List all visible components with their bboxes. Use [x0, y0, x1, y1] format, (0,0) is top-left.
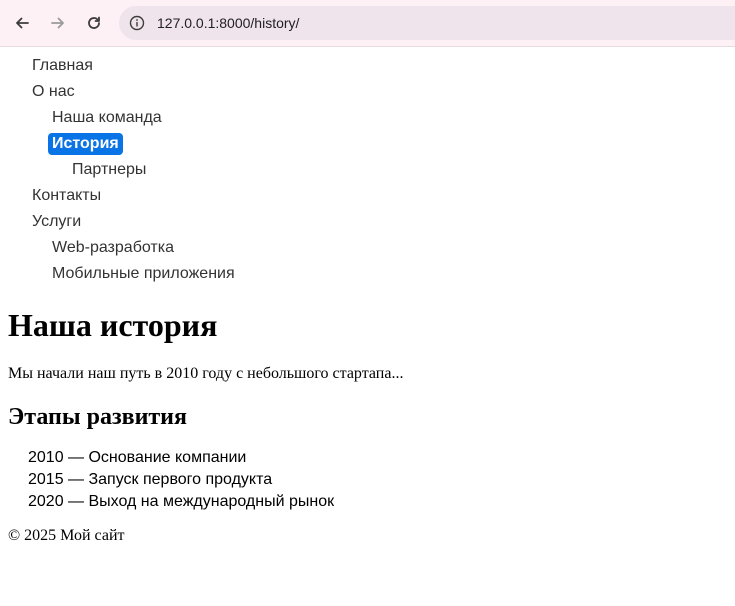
browser-toolbar: 127.0.0.1:8000/history/	[0, 0, 735, 47]
milestones-list: 2010 — Основание компании 2015 — Запуск …	[28, 447, 334, 513]
nav-item-services[interactable]: Услуги	[32, 211, 81, 233]
toolbar-divider	[0, 46, 735, 47]
nav-item-home[interactable]: Главная	[32, 55, 93, 77]
nav-item-contacts[interactable]: Контакты	[32, 185, 101, 207]
nav-item-mobile-apps[interactable]: Мобильные приложения	[52, 263, 235, 285]
nav-item-web-dev[interactable]: Web-разработка	[52, 237, 174, 259]
arrow-left-icon[interactable]	[10, 11, 34, 35]
page-title: Наша история	[8, 307, 218, 343]
intro-text: Мы начали наш путь в 2010 году с небольш…	[8, 365, 404, 382]
url-text[interactable]: 127.0.0.1:8000/history/	[157, 14, 299, 32]
nav-item-history[interactable]: История	[48, 133, 123, 155]
milestone-item: 2020 — Выход на международный рынок	[28, 493, 335, 510]
reload-icon[interactable]	[82, 11, 106, 35]
arrow-right-icon[interactable]	[46, 11, 70, 35]
footer-text: © 2025 Мой сайт	[8, 527, 125, 544]
address-bar[interactable]: 127.0.0.1:8000/history/	[119, 6, 735, 40]
milestones-heading: Этапы развития	[8, 404, 187, 430]
milestone-item: 2010 — Основание компании	[28, 449, 247, 466]
nav-item-team[interactable]: Наша команда	[52, 107, 162, 129]
nav-item-partners[interactable]: Партнеры	[72, 159, 146, 181]
nav-item-about[interactable]: О нас	[32, 81, 75, 103]
milestone-item: 2015 — Запуск первого продукта	[28, 471, 273, 488]
info-icon[interactable]	[129, 15, 145, 31]
